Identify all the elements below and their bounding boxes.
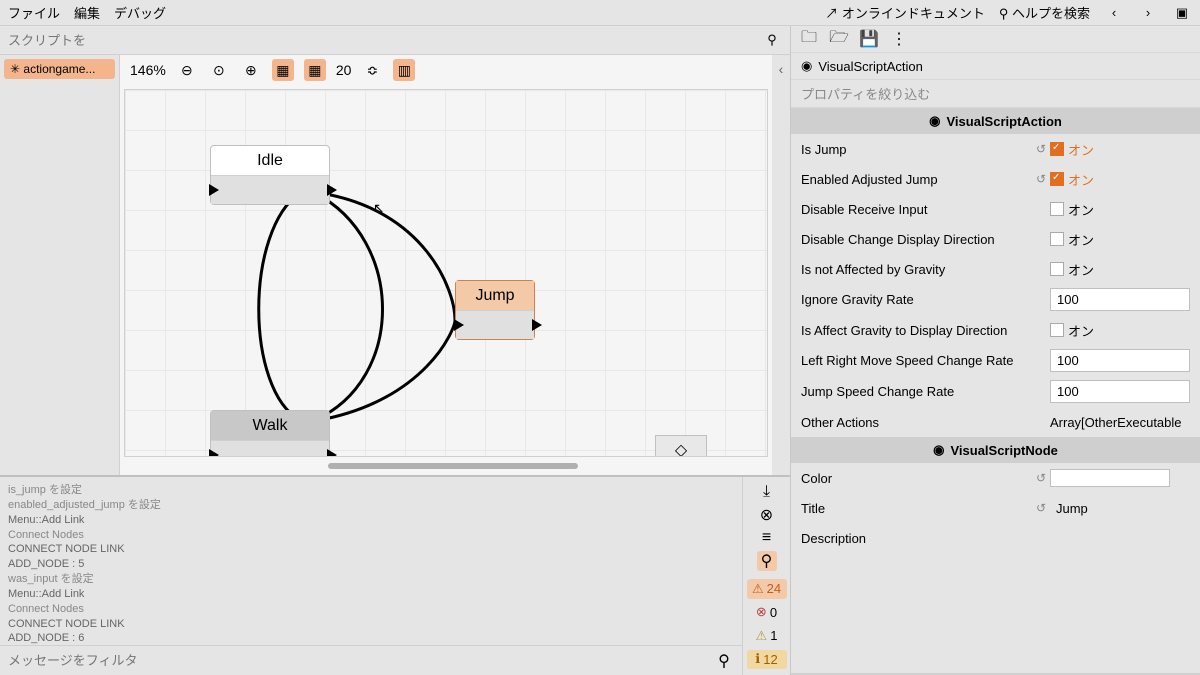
stat-other[interactable]: ℹ 12 [747,650,787,670]
revert-icon[interactable]: ↺ [1036,172,1050,186]
section-header[interactable]: ◉ VisualScriptNode [791,437,1200,463]
snap-toggle-2[interactable]: ▦ [304,59,326,81]
section-header[interactable]: ◉ VisualScriptAction [791,108,1200,134]
prop-label: Is Jump [801,142,1036,157]
menu-edit[interactable]: 編集 [74,3,100,22]
grid-stepper[interactable]: ≎ [361,59,383,81]
prop-label: Description [801,531,1050,546]
docs-link[interactable]: ↗ オンラインドキュメント [825,3,985,22]
prop-label: Color [801,471,1036,486]
revert-icon[interactable]: ↺ [1036,501,1050,515]
nav-back-icon[interactable]: ‹ [1104,3,1124,23]
console-find-icon[interactable]: ⚲ [757,551,777,571]
search-icon[interactable]: ⚲ [762,30,782,50]
console-output: is_jump を設定enabled_adjusted_jump を設定Menu… [0,477,742,645]
object-type: VisualScriptAction [818,59,923,74]
toggle-disable-change-display-direction[interactable]: オン [1050,230,1094,249]
zoom-in-button[interactable]: ⊕ [240,59,262,81]
node-jump[interactable]: Jump [455,280,535,340]
toggle-enabled-adjusted-jump[interactable]: オン [1050,170,1094,189]
prop-label: Jump Speed Change Rate [801,384,1050,399]
input-lr-move-speed[interactable] [1050,349,1190,372]
node-idle[interactable]: Idle [210,145,330,205]
canvas-hscroll[interactable] [128,461,764,471]
save-icon[interactable]: 💾 [859,29,879,49]
input-jump-speed[interactable] [1050,380,1190,403]
zoom-reset-button[interactable]: ⊙ [208,59,230,81]
console-clear-icon[interactable]: ⊗ [757,505,777,525]
prop-label: Ignore Gravity Rate [801,292,1050,307]
stat-info[interactable]: ⚠ 1 [747,626,787,646]
fullscreen-icon[interactable]: ▣ [1172,3,1192,23]
node-title: Walk [211,411,329,441]
help-search[interactable]: ⚲ ヘルプを検索 [999,3,1090,22]
prop-label: Is Affect Gravity to Display Direction [801,323,1050,338]
zoom-label: 146% [130,62,166,78]
console-scroll-bottom-icon[interactable]: ⤓ [757,483,777,501]
more-icon[interactable]: ⋮ [889,29,909,49]
revert-icon[interactable]: ↺ [1036,471,1050,485]
console-filter-input[interactable] [8,653,708,668]
scripts-list: ✳ actiongame... [0,55,120,475]
search-icon[interactable]: ⚲ [714,651,734,671]
folder-icon[interactable]: 🗀 [799,29,819,49]
prop-label: Is not Affected by Gravity [801,262,1050,277]
stat-warnings[interactable]: ⚠ 24 [747,579,787,599]
zoom-out-button[interactable]: ⊖ [176,59,198,81]
graph-back-button[interactable]: ‹ [772,55,790,475]
input-title[interactable] [1050,498,1190,519]
node-title: Jump [456,281,534,311]
prop-label: Other Actions [801,415,1050,430]
nav-fwd-icon[interactable]: › [1138,3,1158,23]
object-icon: ◉ [801,58,812,74]
cursor-icon: ↖ [373,200,385,217]
color-swatch[interactable] [1050,469,1170,487]
revert-icon[interactable]: ↺ [1036,142,1050,156]
script-item[interactable]: ✳ actiongame... [4,59,115,79]
snap-toggle-1[interactable]: ▦ [272,59,294,81]
scripts-search-input[interactable] [8,33,758,48]
toggle-disable-receive-input[interactable]: オン [1050,200,1094,219]
inspector-panel: 🗀 🗁 💾 ⋮ ◉ VisualScriptAction プロパティを絞り込む … [790,26,1200,675]
console-settings-icon[interactable]: ≡ [757,529,777,547]
prop-label: Disable Change Display Direction [801,232,1050,247]
node-walk[interactable]: Walk [210,410,330,457]
prop-label: Left Right Move Speed Change Rate [801,353,1050,368]
mini-node[interactable]: ◇ [655,435,707,457]
toggle-is-not-affected-by-gravity[interactable]: オン [1050,260,1094,279]
grid-size[interactable]: 20 [336,62,352,78]
property-filter[interactable]: プロパティを絞り込む [791,80,1200,108]
toggle-is-affect-gravity-display[interactable]: オン [1050,321,1094,340]
menu-debug[interactable]: デバッグ [114,3,166,22]
stat-errors[interactable]: ⊗ 0 [747,603,787,623]
prop-label: Title [801,501,1036,516]
menu-file[interactable]: ファイル [8,3,60,22]
open-icon[interactable]: 🗁 [829,29,849,49]
prop-label: Disable Receive Input [801,202,1050,217]
minimap-toggle[interactable]: ▥ [393,59,415,81]
other-actions-value[interactable]: Array[OtherExecutable [1050,415,1190,430]
graph-canvas[interactable]: Idle Walk Jump [124,89,768,457]
prop-label: Enabled Adjusted Jump [801,172,1036,187]
node-title: Idle [211,146,329,176]
toggle-is-jump[interactable]: オン [1050,140,1094,159]
input-ignore-gravity-rate[interactable] [1050,288,1190,311]
